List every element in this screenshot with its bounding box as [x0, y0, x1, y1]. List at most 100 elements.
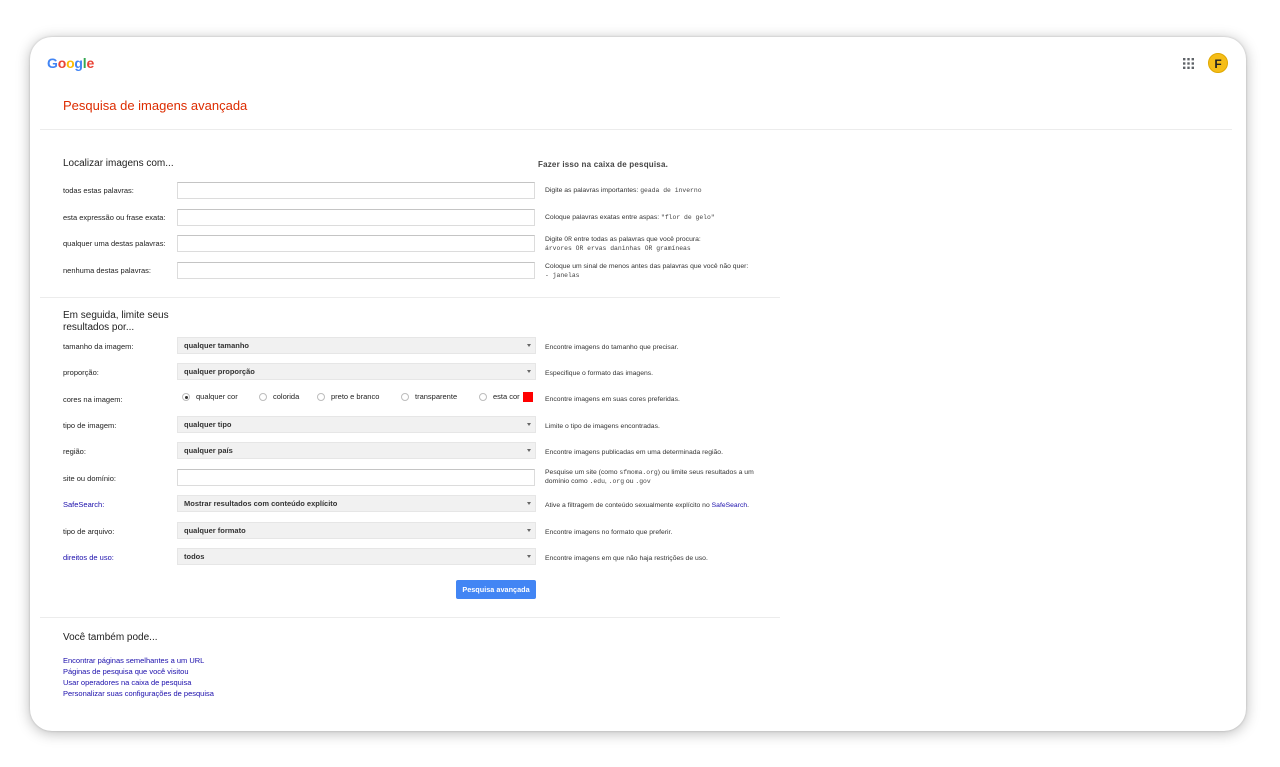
hint-text: Digite — [545, 236, 565, 243]
logo-letter: e — [86, 55, 95, 71]
logo-letter: g — [74, 55, 83, 71]
heading-line: Em seguida, limite seus — [63, 310, 169, 321]
image-size-select[interactable]: qualquer tamanho — [177, 337, 536, 354]
chevron-down-icon — [527, 502, 531, 505]
site-domain-hint: Pesquise um site (como sfmoma.org) ou li… — [545, 468, 754, 486]
selected-value: qualquer tipo — [184, 420, 232, 429]
hint-example: .gov — [635, 478, 651, 485]
color-swatch[interactable] — [523, 392, 533, 402]
aspect-ratio-select[interactable]: qualquer proporção — [177, 363, 536, 380]
logo-letter: o — [57, 55, 67, 71]
hint-text: ) ou limite seus resultados a um — [657, 469, 754, 476]
selected-value: qualquer formato — [184, 526, 246, 535]
hint-text: Coloque um sinal de menos antes das pala… — [545, 263, 749, 270]
file-type-hint: Encontre imagens no formato que preferir… — [545, 529, 673, 536]
any-words-input[interactable] — [177, 235, 535, 252]
any-words-label: qualquer uma destas palavras: — [63, 239, 166, 248]
region-hint: Encontre imagens publicadas em uma deter… — [545, 449, 723, 456]
selected-value: qualquer tamanho — [184, 341, 250, 350]
divider — [40, 129, 1232, 130]
image-type-select[interactable]: qualquer tipo — [177, 416, 536, 433]
hint-example: árvores OR ervas daninhas OR gramíneas — [545, 245, 691, 252]
image-size-label: tamanho da imagem: — [63, 342, 134, 351]
radio-label: preto e branco — [331, 392, 380, 401]
divider — [40, 297, 780, 298]
none-words-label: nenhuma destas palavras: — [63, 266, 151, 275]
chevron-down-icon — [527, 529, 531, 532]
hint-text: Digite as palavras importantes: — [545, 187, 641, 194]
region-select[interactable]: qualquer país — [177, 442, 536, 459]
hint-example: geada de inverno — [640, 187, 702, 194]
file-type-select[interactable]: qualquer formato — [177, 522, 536, 539]
visited-pages-link[interactable]: Páginas de pesquisa que você visitou — [63, 667, 189, 676]
hint-text: domínio como — [545, 478, 590, 485]
selected-value: Mostrar resultados com conteúdo explícit… — [184, 499, 338, 508]
selected-value: qualquer país — [184, 446, 233, 455]
region-label: região: — [63, 447, 86, 456]
radio-this-color[interactable] — [479, 393, 487, 401]
radio-any-color[interactable] — [182, 393, 190, 401]
browser-window: Google F Pesquisa de imagens avançada Lo… — [30, 37, 1246, 731]
hint-text: Pesquise um site (como — [545, 469, 620, 476]
hint-text: Coloque palavras exatas entre aspas: — [545, 214, 661, 221]
exact-phrase-input[interactable] — [177, 209, 535, 226]
hint-example: OR — [564, 236, 572, 243]
google-logo[interactable]: Google — [47, 55, 94, 71]
selected-value: todos — [184, 552, 205, 561]
site-domain-label: site ou domínio: — [63, 474, 116, 483]
site-domain-input[interactable] — [177, 469, 535, 486]
none-words-input[interactable] — [177, 262, 535, 279]
usage-rights-select[interactable]: todos — [177, 548, 536, 565]
aspect-ratio-label: proporção: — [63, 368, 99, 377]
find-section-heading: Localizar imagens com... — [63, 158, 174, 169]
hint-example: "flor de gelo" — [661, 214, 715, 221]
chevron-down-icon — [527, 555, 531, 558]
chevron-down-icon — [527, 344, 531, 347]
hint-text: entre todas as palavras que você procura… — [571, 236, 701, 243]
safesearch-link[interactable]: SafeSearch — [712, 502, 748, 509]
file-type-label: tipo de arquivo: — [63, 527, 115, 536]
divider — [40, 617, 780, 618]
similar-pages-link[interactable]: Encontrar páginas semelhantes a um URL — [63, 656, 204, 665]
heading-line: resultados por... — [63, 322, 135, 333]
search-box-heading: Fazer isso na caixa de pesquisa. — [538, 160, 669, 169]
also-section-heading: Você também pode... — [63, 632, 158, 643]
radio-transparent[interactable] — [401, 393, 409, 401]
radio-black-white[interactable] — [317, 393, 325, 401]
hint-text: Ative a filtragem de conteúdo sexualment… — [545, 502, 712, 509]
hint-example: .org — [608, 478, 625, 485]
safesearch-hint: Ative a filtragem de conteúdo sexualment… — [545, 501, 749, 510]
chevron-down-icon — [527, 449, 531, 452]
safesearch-select[interactable]: Mostrar resultados com conteúdo explícit… — [177, 495, 536, 512]
exact-phrase-hint: Coloque palavras exatas entre aspas: "fl… — [545, 213, 715, 222]
search-operators-link[interactable]: Usar operadores na caixa de pesquisa — [63, 678, 191, 687]
limit-section-heading: Em seguida, limite seus resultados por... — [63, 310, 169, 334]
safesearch-label-link[interactable]: SafeSearch: — [63, 500, 104, 509]
all-words-input[interactable] — [177, 182, 535, 199]
advanced-search-button[interactable]: Pesquisa avançada — [456, 580, 536, 599]
exact-phrase-label: esta expressão ou frase exata: — [63, 213, 166, 222]
logo-letter: o — [66, 55, 75, 71]
none-words-hint: Coloque um sinal de menos antes das pala… — [545, 262, 748, 280]
logo-letter: G — [47, 55, 58, 71]
chevron-down-icon — [527, 423, 531, 426]
image-size-hint: Encontre imagens do tamanho que precisar… — [545, 344, 679, 351]
hint-text: ou — [624, 478, 636, 485]
image-type-label: tipo de imagem: — [63, 421, 117, 430]
radio-label: esta cor — [493, 392, 520, 401]
usage-rights-label-link[interactable]: direitos de uso: — [63, 553, 114, 562]
search-settings-link[interactable]: Personalizar suas configurações de pesqu… — [63, 689, 214, 698]
avatar[interactable]: F — [1208, 53, 1228, 73]
radio-full-color[interactable] — [259, 393, 267, 401]
radio-label: transparente — [415, 392, 458, 401]
usage-rights-hint: Encontre imagens em que não haja restriç… — [545, 555, 708, 562]
colors-hint: Encontre imagens em suas cores preferida… — [545, 396, 680, 403]
all-words-hint: Digite as palavras importantes: geada de… — [545, 186, 702, 195]
image-type-hint: Limite o tipo de imagens encontradas. — [545, 423, 660, 430]
apps-grid-icon[interactable] — [1183, 58, 1194, 69]
selected-value: qualquer proporção — [184, 367, 255, 376]
all-words-label: todas estas palavras: — [63, 186, 134, 195]
hint-text: . — [747, 502, 750, 509]
any-words-hint: Digite OR entre todas as palavras que vo… — [545, 235, 701, 253]
aspect-ratio-hint: Especifique o formato das imagens. — [545, 370, 654, 377]
